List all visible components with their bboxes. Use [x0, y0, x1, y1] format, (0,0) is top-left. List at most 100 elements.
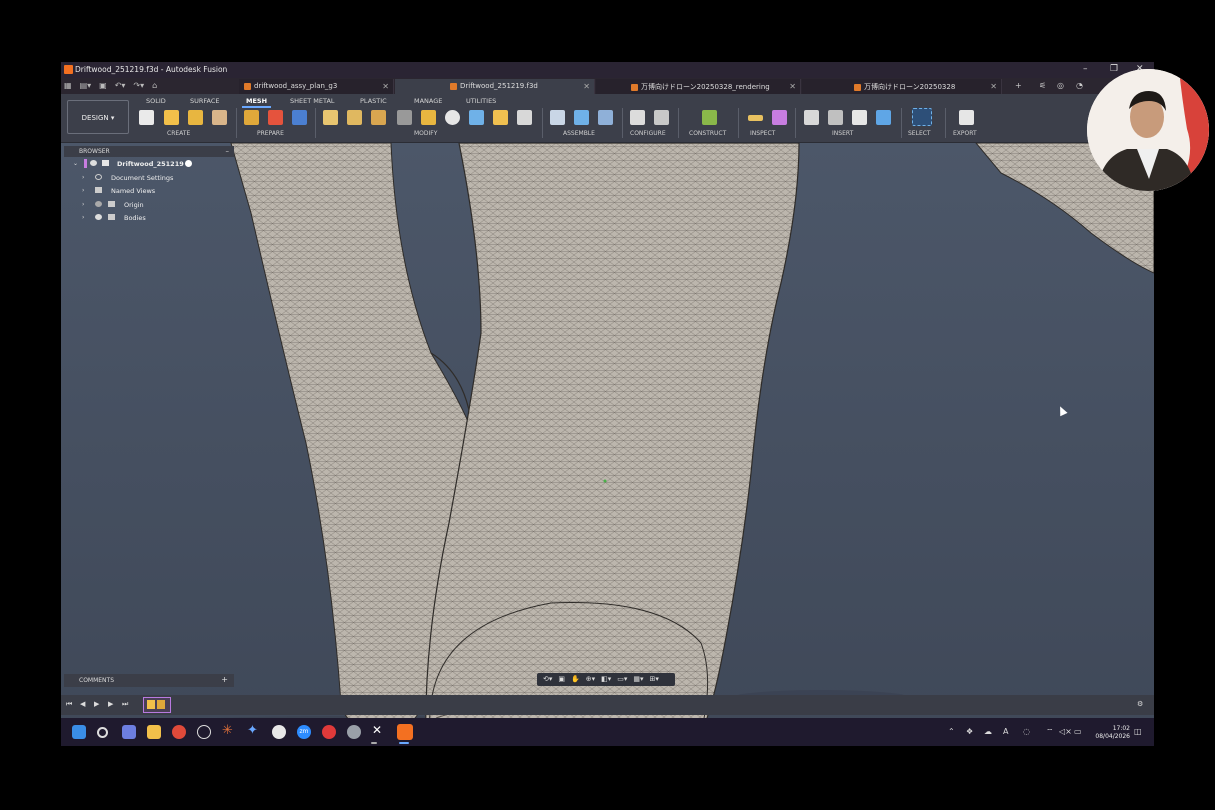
gemini-icon[interactable]: ✦ — [247, 723, 261, 738]
tab-drone[interactable]: 万博向けドローン20250328 ✕ — [802, 79, 1002, 94]
export-icon[interactable] — [959, 110, 974, 125]
chevron-right-icon[interactable]: › — [82, 214, 84, 221]
go-to-end-icon[interactable]: ⏭ — [122, 700, 128, 709]
browser-root[interactable]: ⌄ Driftwood_251219 — [64, 157, 234, 171]
redo-icon[interactable]: ↷▾ — [133, 81, 144, 90]
viewports-icon[interactable]: ⊞▾ — [650, 675, 659, 684]
measure-icon[interactable] — [748, 115, 763, 121]
create-mesh-icon[interactable] — [139, 110, 154, 125]
eye-icon[interactable] — [90, 160, 97, 166]
modify-reduce-icon[interactable] — [347, 110, 362, 125]
file-explorer-icon[interactable] — [147, 725, 161, 739]
clock[interactable]: 17:02 08/04/2026 — [1095, 725, 1130, 741]
tab-mesh[interactable]: MESH — [241, 97, 272, 108]
chevron-right-icon[interactable]: › — [82, 187, 84, 194]
browser-item-origin[interactable]: › Origin — [64, 198, 234, 212]
widgets-icon[interactable] — [122, 725, 136, 739]
maximize-button[interactable]: ❐ — [1110, 64, 1118, 74]
pan-icon[interactable]: ✋ — [571, 675, 580, 684]
display-settings-icon[interactable]: ◧▾ — [601, 675, 611, 684]
create-form-icon[interactable] — [164, 110, 179, 125]
notifications-icon[interactable]: ◔ — [1076, 81, 1083, 90]
modify-shell-icon[interactable] — [397, 110, 412, 125]
new-tab-button[interactable]: + — [1015, 81, 1022, 90]
visual-style-icon[interactable]: ▭▾ — [617, 675, 627, 684]
tab-close-icon[interactable]: ✕ — [990, 82, 997, 91]
app-grid-icon[interactable]: ▦ — [64, 81, 72, 90]
modify-menu[interactable]: MODIFY — [414, 130, 437, 137]
create-face-group-icon[interactable] — [212, 110, 227, 125]
wifi-icon[interactable]: ⌔ — [1046, 727, 1054, 737]
tab-surface[interactable]: SURFACE — [190, 97, 220, 105]
search-icon[interactable] — [97, 727, 108, 738]
play-icon[interactable]: ▶ — [94, 700, 99, 708]
undo-icon[interactable]: ↶▾ — [115, 81, 126, 90]
tab-driftwood-f3d[interactable]: Driftwood_251219.f3d ✕ — [395, 79, 595, 94]
modify-combine-icon[interactable] — [421, 110, 436, 125]
chatgpt-icon[interactable] — [197, 725, 211, 739]
job-status-icon[interactable]: ◎ — [1057, 81, 1064, 90]
modify-plane-cut-icon[interactable] — [371, 110, 386, 125]
fusion-taskbar-icon[interactable] — [397, 724, 413, 740]
font-icon[interactable]: A — [1003, 727, 1008, 736]
prepare-generate-icon[interactable] — [292, 110, 307, 125]
tray-overflow-icon[interactable]: ⌃ — [948, 727, 955, 736]
browser-item-document-settings[interactable]: › Document Settings — [64, 171, 234, 185]
tab-plastic[interactable]: PLASTIC — [360, 97, 387, 105]
timeline-settings-icon[interactable]: ⚙ — [1137, 700, 1143, 708]
insert-svg-icon[interactable] — [828, 110, 843, 125]
create-base-icon[interactable] — [188, 110, 203, 125]
workspace-switcher[interactable]: DESIGN ▾ — [67, 100, 129, 134]
cloud-icon[interactable]: ☁ — [984, 727, 992, 736]
tab-utilities[interactable]: UTILITIES — [466, 97, 496, 105]
add-comment-icon[interactable]: + — [221, 675, 228, 684]
move-icon[interactable] — [445, 110, 460, 125]
modify-separate-icon[interactable] — [517, 110, 532, 125]
inspect-menu[interactable]: INSPECT — [750, 130, 775, 137]
prepare-menu[interactable]: PREPARE — [257, 130, 284, 137]
zoom-icon[interactable]: ⊕▾ — [586, 675, 595, 684]
modify-scale-icon[interactable] — [469, 110, 484, 125]
slack-icon[interactable] — [272, 725, 286, 739]
export-menu[interactable]: EXPORT — [953, 130, 977, 137]
chevron-right-icon[interactable]: › — [82, 174, 84, 181]
pdf-icon[interactable] — [322, 725, 336, 739]
chevron-down-icon[interactable]: ⌄ — [73, 160, 78, 167]
step-forward-icon[interactable]: ▶ — [108, 700, 113, 708]
tab-solid[interactable]: SOLID — [146, 97, 166, 105]
app-icon[interactable] — [347, 725, 361, 739]
tab-drone-rendering[interactable]: 万博向けドローン20250328_rendering ✕ — [596, 79, 801, 94]
insert-menu[interactable]: INSERT — [832, 130, 853, 137]
zoom-app-icon[interactable]: zm — [297, 725, 311, 739]
home-icon[interactable]: ⌂ — [152, 81, 157, 90]
start-icon[interactable] — [72, 725, 86, 739]
tab-manage[interactable]: MANAGE — [414, 97, 442, 105]
claude-icon[interactable]: ✳ — [222, 723, 236, 738]
construct-menu[interactable]: CONSTRUCT — [689, 130, 726, 137]
create-menu[interactable]: CREATE — [167, 130, 190, 137]
browser-item-bodies[interactable]: › Bodies — [64, 211, 234, 225]
battery-icon[interactable]: ▭ — [1074, 727, 1082, 736]
select-icon[interactable] — [912, 108, 932, 126]
new-component-icon[interactable] — [550, 110, 565, 125]
eye-icon[interactable] — [95, 200, 102, 207]
modify-smooth-icon[interactable] — [493, 110, 508, 125]
status-icon[interactable]: ◌ — [1023, 727, 1030, 736]
save-icon[interactable]: ▣ — [99, 81, 107, 90]
grid-icon[interactable]: ▦▾ — [633, 675, 643, 684]
look-at-icon[interactable]: ▣ — [558, 675, 565, 684]
file-icon[interactable]: ▤▾ — [80, 81, 92, 90]
volume-icon[interactable]: ◁× — [1059, 727, 1072, 736]
prepare-repair-icon[interactable] — [244, 110, 259, 125]
tab-close-icon[interactable]: ✕ — [583, 82, 590, 91]
inspect-analysis-icon[interactable] — [772, 110, 787, 125]
insert-mesh-icon[interactable] — [852, 110, 867, 125]
orbit-icon[interactable]: ⟲▾ — [543, 675, 552, 684]
tab-close-icon[interactable]: ✕ — [382, 82, 389, 91]
notification-center-icon[interactable]: ◫ — [1134, 727, 1142, 736]
configure-menu[interactable]: CONFIGURE — [630, 130, 666, 137]
chrome-icon[interactable] — [172, 725, 186, 739]
modify-remesh-icon[interactable] — [323, 110, 338, 125]
prepare-face-groups-icon[interactable] — [268, 110, 283, 125]
tab-sheet-metal[interactable]: SHEET METAL — [290, 97, 335, 105]
